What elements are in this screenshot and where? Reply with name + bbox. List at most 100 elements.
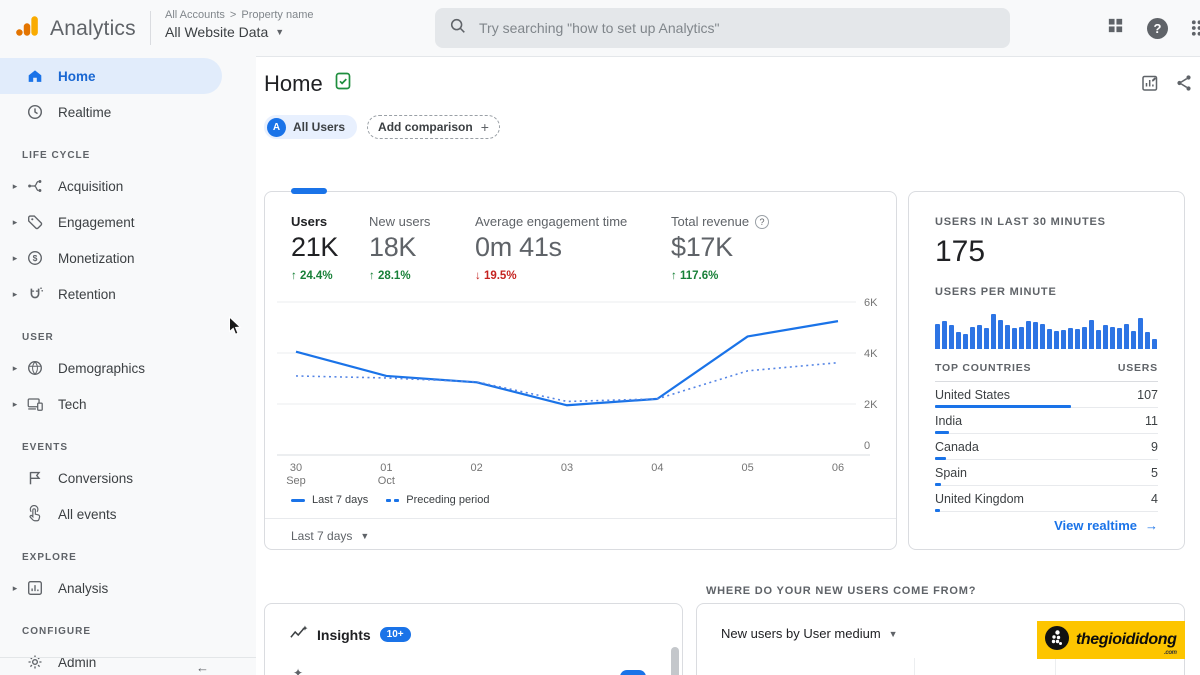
sidebar-item-engagement[interactable]: ▸ Engagement bbox=[0, 204, 256, 240]
clock-icon bbox=[26, 103, 44, 121]
sidebar-item-label: Acquisition bbox=[58, 179, 123, 194]
report-check-icon bbox=[333, 71, 353, 97]
metric-value: $17K bbox=[671, 232, 769, 263]
collapse-sidebar-icon[interactable]: ← bbox=[196, 660, 209, 675]
app-header: Analytics All Accounts > Property name A… bbox=[0, 0, 1200, 56]
expand-caret-icon: ▸ bbox=[8, 399, 22, 410]
svg-text:2K: 2K bbox=[864, 399, 878, 411]
help-icon[interactable]: ? bbox=[755, 215, 769, 229]
country-users: 11 bbox=[1145, 414, 1158, 428]
mouse-cursor bbox=[228, 316, 242, 341]
insights-card: Insights 10+ ✦ bbox=[264, 603, 683, 675]
sidebar-item-home[interactable]: Home bbox=[0, 58, 222, 94]
customize-report-icon[interactable] bbox=[1140, 73, 1160, 98]
expand-caret-icon: ▸ bbox=[8, 363, 22, 374]
comparison-chip-all-users[interactable]: A All Users bbox=[264, 115, 357, 139]
minute-bar bbox=[1068, 328, 1073, 349]
date-range-selector[interactable]: Last 7 days ▼ bbox=[291, 529, 369, 543]
minute-bar bbox=[991, 314, 996, 349]
sidebar-item-label: Retention bbox=[58, 287, 116, 302]
more-menu-icon[interactable] bbox=[1190, 18, 1200, 39]
sidebar-item-acquisition[interactable]: ▸ Acquisition bbox=[0, 168, 256, 204]
metric-delta: ↑ 24.4% bbox=[291, 270, 369, 282]
minute-bar bbox=[1124, 324, 1129, 349]
svg-text:06: 06 bbox=[832, 462, 844, 474]
sidebar-item-label: Monetization bbox=[58, 251, 135, 266]
minute-bar bbox=[1075, 329, 1080, 349]
realtime-card: USERS IN LAST 30 MINUTES 175 USERS PER M… bbox=[908, 191, 1185, 550]
overview-report-card: Users21K↑ 24.4%New users18K↑ 28.1%Averag… bbox=[264, 191, 897, 550]
minute-bar bbox=[984, 328, 989, 349]
share-icon[interactable] bbox=[1174, 73, 1194, 98]
analysis-icon bbox=[26, 579, 44, 597]
devices-icon bbox=[26, 395, 44, 413]
sidebar-item-label: Tech bbox=[58, 397, 87, 412]
watermark-text: thegioididong .com bbox=[1076, 631, 1177, 649]
table-row: United States107 bbox=[935, 382, 1158, 408]
apps-grid-icon[interactable] bbox=[1106, 16, 1125, 40]
minute-bar bbox=[942, 321, 947, 349]
acquisition-icon bbox=[26, 177, 44, 195]
property-selector[interactable]: All Website Data ▼ bbox=[165, 24, 314, 40]
minute-bar bbox=[1054, 331, 1059, 349]
country-users: 5 bbox=[1151, 466, 1158, 480]
breadcrumb-accounts[interactable]: All Accounts bbox=[165, 9, 225, 21]
solid-line-swatch bbox=[291, 499, 305, 502]
minute-bar bbox=[1152, 339, 1157, 349]
minute-bar bbox=[970, 327, 975, 349]
minute-bar bbox=[949, 325, 954, 349]
search-input[interactable] bbox=[479, 20, 996, 36]
analytics-logo[interactable]: Analytics bbox=[14, 13, 136, 44]
svg-text:$: $ bbox=[33, 253, 38, 263]
expand-caret-icon: ▸ bbox=[8, 181, 22, 192]
metric-value: 18K bbox=[369, 232, 475, 263]
insights-count-badge: 10+ bbox=[380, 627, 411, 642]
add-comparison-button[interactable]: Add comparison + bbox=[367, 115, 500, 139]
header-divider bbox=[150, 11, 151, 45]
sidebar-item-demographics[interactable]: ▸Demographics bbox=[0, 350, 256, 386]
minute-bar bbox=[998, 320, 1003, 349]
series-dotted bbox=[296, 363, 838, 402]
view-realtime-link[interactable]: View realtime → bbox=[1054, 518, 1158, 533]
chart-gridline bbox=[1055, 658, 1056, 675]
minute-bar bbox=[1089, 320, 1094, 349]
minute-bar bbox=[956, 332, 961, 349]
minute-bar bbox=[1103, 325, 1108, 349]
expand-caret-icon: ▸ bbox=[8, 217, 22, 228]
watermark-suffix: .com bbox=[1164, 650, 1176, 656]
minute-bar bbox=[977, 325, 982, 349]
users-column-label: USERS bbox=[1118, 362, 1158, 374]
view-realtime-label: View realtime bbox=[1054, 518, 1137, 533]
date-range-label: Last 7 days bbox=[291, 529, 352, 543]
sidebar-item-realtime[interactable]: Realtime bbox=[0, 94, 256, 130]
breadcrumb-property[interactable]: Property name bbox=[241, 9, 313, 21]
metric-users[interactable]: Users21K↑ 24.4% bbox=[291, 214, 369, 282]
help-icon[interactable]: ? bbox=[1147, 18, 1168, 39]
ga-logo-icon bbox=[14, 13, 40, 44]
metric-total-revenue[interactable]: Total revenue?$17K↑ 117.6% bbox=[671, 214, 769, 282]
country-name: India bbox=[935, 414, 962, 428]
metric-average-engagement-time[interactable]: Average engagement time0m 41s↓ 19.5% bbox=[475, 214, 671, 282]
metric-new-users[interactable]: New users18K↑ 28.1% bbox=[369, 214, 475, 282]
sidebar-footer: ← bbox=[0, 657, 256, 675]
sidebar-item-retention[interactable]: ▸Retention bbox=[0, 276, 256, 312]
insight-badge-partial bbox=[620, 670, 646, 675]
metric-label: New users bbox=[369, 214, 430, 229]
sidebar-item-monetization[interactable]: ▸$Monetization bbox=[0, 240, 256, 276]
scrollbar-thumb[interactable] bbox=[671, 647, 679, 675]
svg-text:Oct: Oct bbox=[378, 475, 395, 487]
sidebar-item-conversions[interactable]: Conversions bbox=[0, 460, 256, 496]
sidebar-item-analysis[interactable]: ▸Analysis bbox=[0, 570, 256, 606]
minute-bar bbox=[1138, 318, 1143, 349]
watermark-icon bbox=[1044, 625, 1070, 656]
sidebar-section-label: EVENTS bbox=[0, 434, 256, 460]
minute-bar bbox=[1033, 322, 1038, 349]
sidebar-item-label: Engagement bbox=[58, 215, 135, 230]
expand-caret-icon: ▸ bbox=[8, 583, 22, 594]
sidebar-item-tech[interactable]: ▸ Tech bbox=[0, 386, 256, 422]
dollar-icon: $ bbox=[26, 249, 44, 267]
breadcrumb[interactable]: All Accounts > Property name bbox=[165, 9, 314, 21]
search-bar[interactable] bbox=[435, 8, 1010, 48]
sidebar-item-all-events[interactable]: All events bbox=[0, 496, 256, 532]
card-divider bbox=[265, 518, 896, 519]
